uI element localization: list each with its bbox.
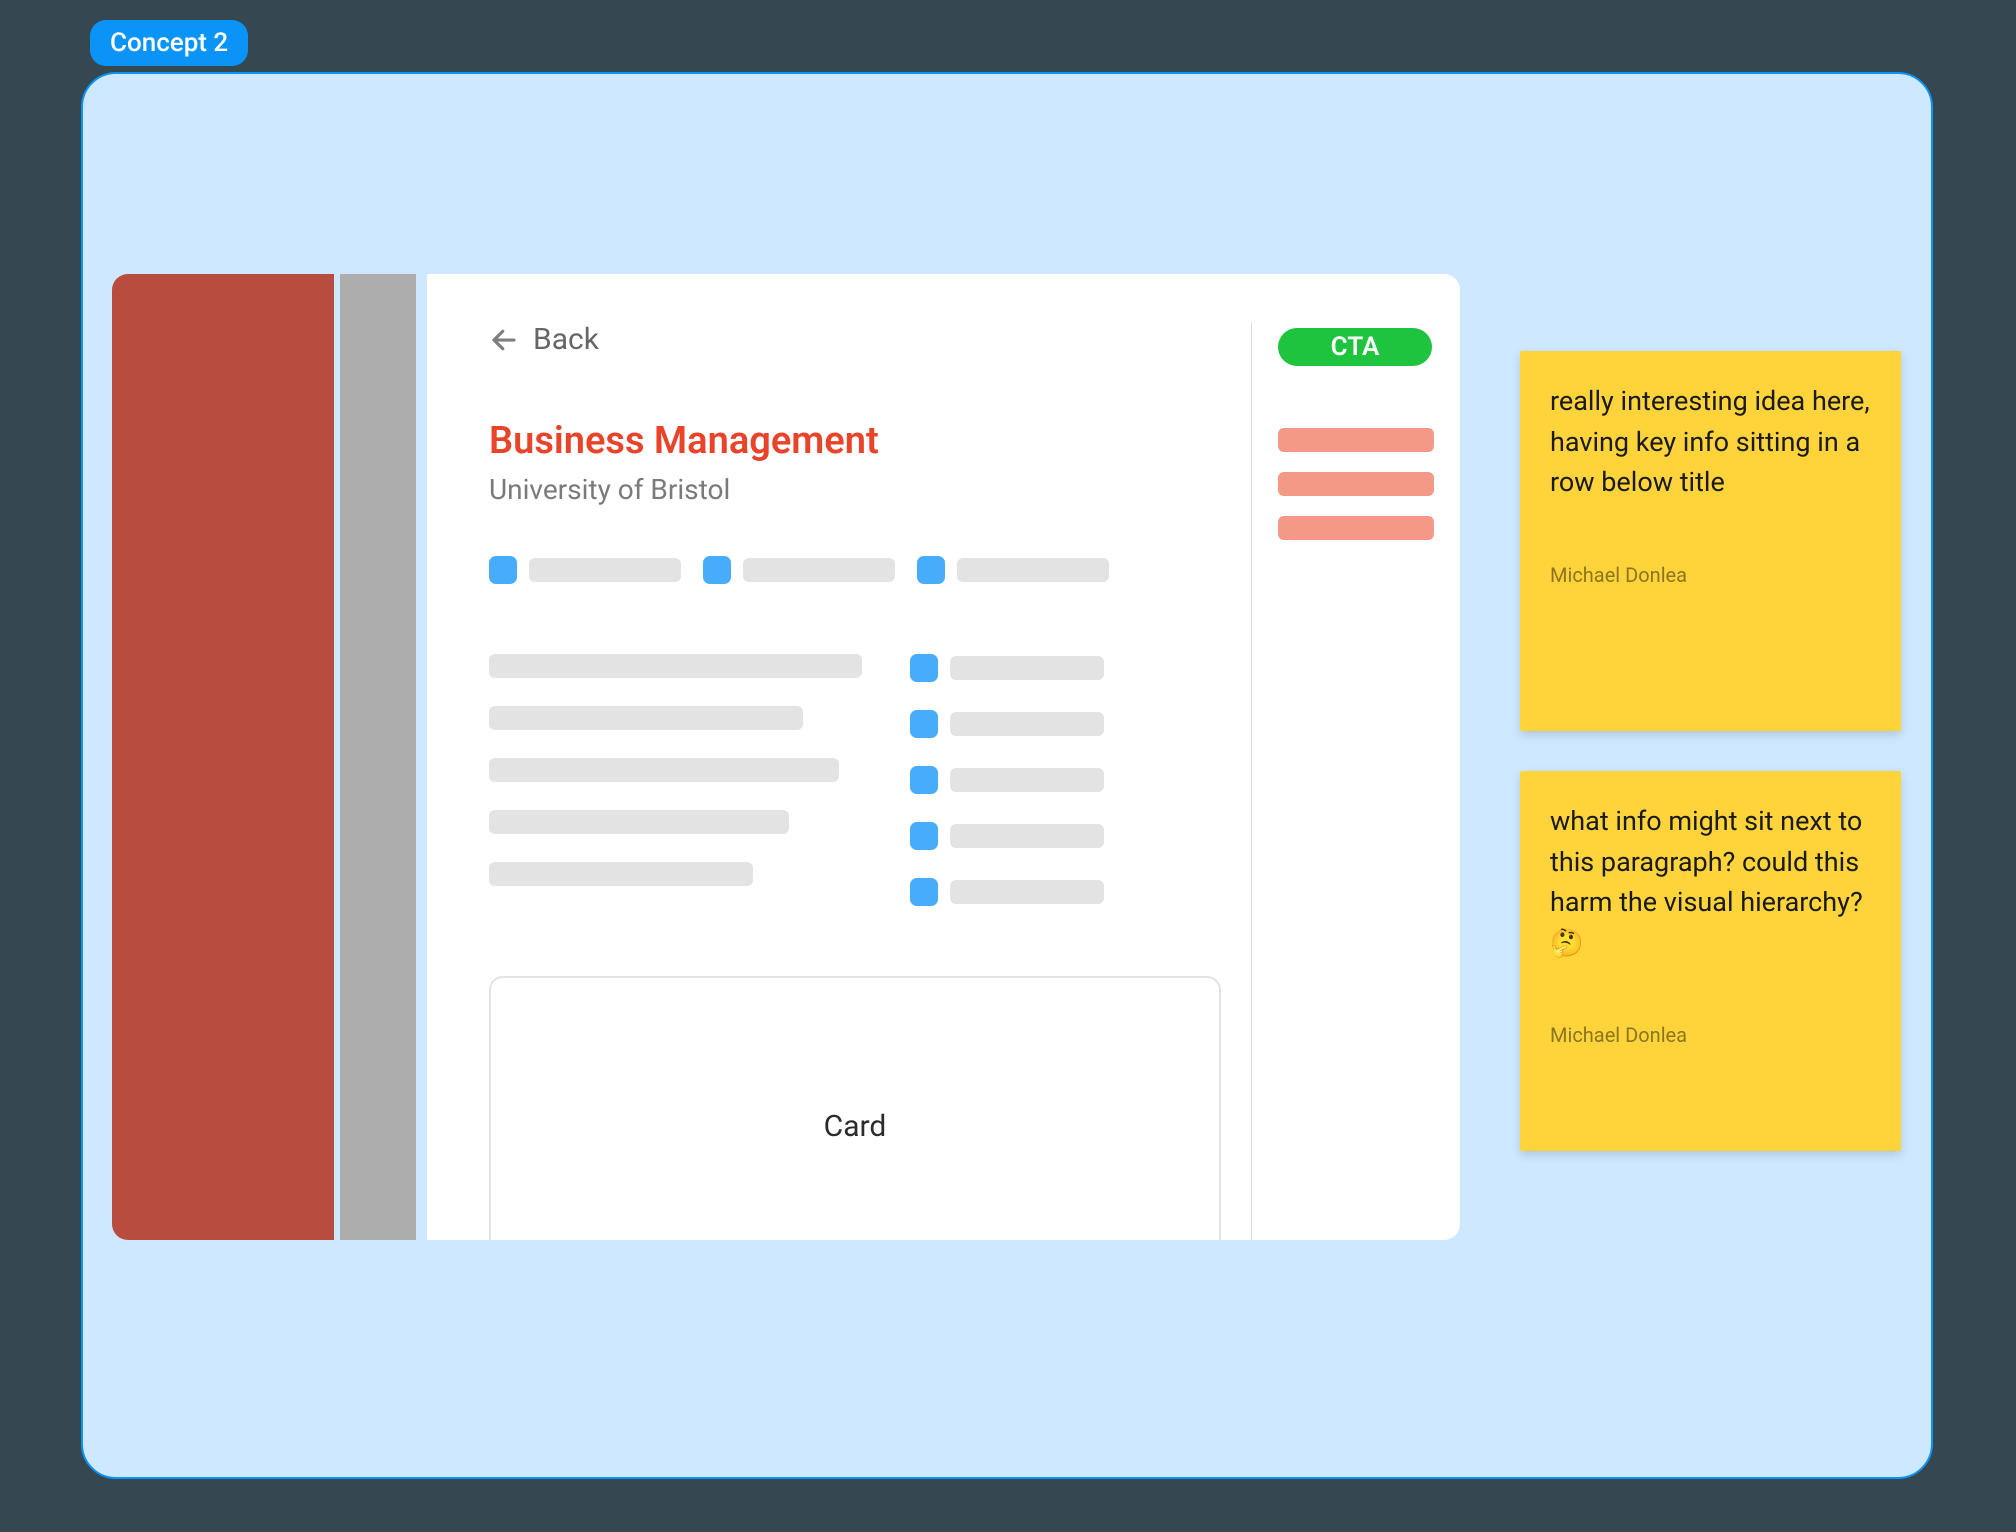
placeholder-bar (1278, 516, 1434, 540)
card-placeholder: Card (489, 976, 1221, 1240)
right-rail: CTA (1251, 322, 1434, 1240)
chip-marker-icon (910, 822, 938, 850)
content-area: Back Business Management University of B… (489, 322, 1251, 1240)
info-chip (910, 766, 1104, 794)
placeholder-bar (489, 758, 839, 782)
placeholder-bar (950, 712, 1104, 736)
placeholder-bar (1278, 472, 1434, 496)
page-title: Business Management (489, 419, 1221, 463)
sidebar-gray-panel (340, 274, 416, 1240)
placeholder-bar (1278, 428, 1434, 452)
back-button[interactable]: Back (489, 322, 1221, 357)
main-panel: Back Business Management University of B… (427, 274, 1460, 1240)
info-chip (703, 556, 895, 584)
info-chip (910, 822, 1104, 850)
chip-marker-icon (910, 878, 938, 906)
concept-badge: Concept 2 (90, 20, 248, 66)
two-column-section (489, 654, 1221, 906)
placeholder-bar (950, 824, 1104, 848)
placeholder-bar (489, 810, 789, 834)
chip-marker-icon (703, 556, 731, 584)
info-chip (910, 654, 1104, 682)
chip-marker-icon (910, 654, 938, 682)
design-frame: Back Business Management University of B… (81, 72, 1933, 1479)
chip-marker-icon (489, 556, 517, 584)
placeholder-bar (489, 706, 803, 730)
page-subtitle: University of Bristol (489, 473, 1221, 506)
placeholder-bar (489, 654, 862, 678)
chip-marker-icon (910, 710, 938, 738)
placeholder-bar (950, 880, 1104, 904)
mockup-wireframe: Back Business Management University of B… (83, 274, 1460, 1240)
cta-button[interactable]: CTA (1278, 328, 1432, 366)
chip-marker-icon (910, 766, 938, 794)
sticky-note-text: what info might sit next to this paragra… (1550, 801, 1871, 963)
sidebar-red-panel (112, 274, 334, 1240)
info-chip-row (489, 556, 1221, 584)
placeholder-bar (529, 558, 681, 582)
placeholder-bar (950, 656, 1104, 680)
placeholder-bar (743, 558, 895, 582)
sticky-note[interactable]: really interesting idea here, having key… (1520, 351, 1901, 731)
paragraph-placeholder-column (489, 654, 862, 906)
sticky-note-text: really interesting idea here, having key… (1550, 381, 1871, 503)
info-chip (489, 556, 681, 584)
placeholder-bar (950, 768, 1104, 792)
info-chip (910, 878, 1104, 906)
info-chip (910, 710, 1104, 738)
placeholder-bar (957, 558, 1109, 582)
arrow-left-icon (489, 325, 519, 355)
sticky-note-author: Michael Donlea (1550, 1023, 1871, 1047)
info-chip (917, 556, 1109, 584)
rail-links-placeholder (1278, 428, 1434, 540)
sticky-note-author: Michael Donlea (1550, 563, 1871, 587)
back-label: Back (533, 322, 599, 357)
chip-marker-icon (917, 556, 945, 584)
placeholder-bar (489, 862, 753, 886)
key-info-column (910, 654, 1104, 906)
sticky-note[interactable]: what info might sit next to this paragra… (1520, 771, 1901, 1151)
